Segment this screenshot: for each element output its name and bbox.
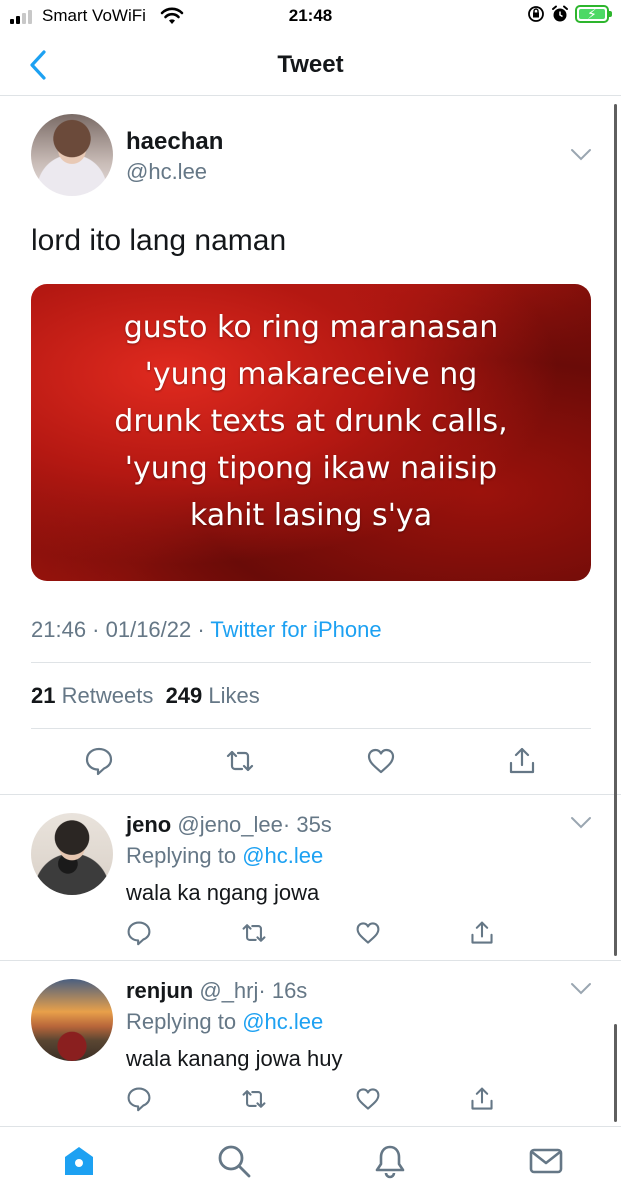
battery-icon: ⚡: [575, 5, 612, 23]
tab-bar: [0, 1126, 621, 1200]
retweet-count[interactable]: 21: [31, 683, 55, 708]
share-icon[interactable]: [469, 920, 495, 946]
status-bar: Smart VoWiFi 21:48 ⚡: [0, 0, 621, 34]
reply-options-chevron-icon[interactable]: [570, 816, 592, 830]
reply-header: renjun @_hrj· 16s: [126, 978, 307, 1004]
status-right-icons: ⚡: [527, 5, 612, 23]
retweet-icon[interactable]: [241, 920, 267, 946]
like-count[interactable]: 249: [166, 683, 203, 708]
tweet-source-link[interactable]: Twitter for iPhone: [210, 617, 381, 642]
replying-to-handle[interactable]: @hc.lee: [242, 1009, 323, 1034]
image-text-line: gusto ko ring maranasan: [123, 310, 499, 345]
scrollbar[interactable]: [614, 104, 617, 956]
reply-author-name[interactable]: jeno: [126, 812, 171, 837]
share-icon[interactable]: [507, 746, 537, 776]
reply-author-handle[interactable]: @_hrj: [199, 978, 258, 1003]
messages-icon[interactable]: [528, 1143, 564, 1179]
tweet-text: lord ito lang naman: [31, 224, 287, 257]
replying-to: Replying to @hc.lee: [126, 843, 323, 869]
reply-author-name[interactable]: renjun: [126, 978, 193, 1003]
tweet-options-chevron-icon[interactable]: [570, 148, 592, 162]
reply-icon[interactable]: [84, 746, 114, 776]
image-text-line: drunk texts at drunk calls,: [114, 404, 508, 439]
tweet-timestamp: 21:46 · 01/16/22 ·: [31, 617, 211, 642]
like-label[interactable]: Likes: [208, 683, 259, 708]
like-icon[interactable]: [366, 746, 396, 776]
image-text-line: kahit lasing s'ya: [189, 498, 433, 533]
author-avatar[interactable]: [31, 114, 113, 196]
replying-to-label: Replying to: [126, 1009, 237, 1034]
like-icon[interactable]: [355, 1086, 381, 1112]
tweet-stats: 21 Retweets 249 Likes: [31, 683, 260, 709]
tweet-metadata: 21:46 · 01/16/22 · Twitter for iPhone: [31, 617, 382, 643]
scrollbar[interactable]: [614, 1024, 617, 1122]
reply-icon[interactable]: [126, 920, 152, 946]
retweet-icon[interactable]: [225, 746, 255, 776]
divider: [31, 728, 591, 729]
tweet-image-caption: gusto ko ring maranasan 'yung makareceiv…: [31, 304, 591, 539]
navigation-bar: Tweet: [0, 34, 621, 96]
reply-time: · 16s: [258, 978, 308, 1003]
image-text-line: 'yung tipong ikaw naiisip: [124, 451, 498, 486]
retweet-icon[interactable]: [241, 1086, 267, 1112]
replying-to: Replying to @hc.lee: [126, 1009, 323, 1035]
alarm-icon: [552, 5, 568, 22]
image-text-line: 'yung makareceive ng: [144, 357, 478, 392]
retweet-label[interactable]: Retweets: [62, 683, 154, 708]
reply-header: jeno @jeno_lee· 35s: [126, 812, 332, 838]
divider: [0, 960, 621, 961]
share-icon[interactable]: [469, 1086, 495, 1112]
divider: [31, 662, 591, 663]
reply-author-handle[interactable]: @jeno_lee: [177, 812, 283, 837]
author-handle[interactable]: @hc.lee: [126, 159, 207, 185]
reply-options-chevron-icon[interactable]: [570, 982, 592, 996]
reply-text: wala ka ngang jowa: [126, 880, 320, 905]
reply-avatar[interactable]: [31, 979, 113, 1061]
search-icon[interactable]: [216, 1143, 252, 1179]
reply-avatar[interactable]: [31, 813, 113, 895]
author-name[interactable]: haechan: [126, 128, 223, 156]
tweet-image[interactable]: gusto ko ring maranasan 'yung makareceiv…: [31, 284, 591, 581]
reply-time: · 35s: [282, 812, 332, 837]
replying-to-label: Replying to: [126, 843, 237, 868]
divider: [0, 794, 621, 795]
notifications-icon[interactable]: [372, 1143, 408, 1179]
page-title: Tweet: [277, 51, 344, 78]
orientation-lock-icon: [528, 6, 544, 22]
home-icon[interactable]: [61, 1143, 97, 1179]
replying-to-handle[interactable]: @hc.lee: [242, 843, 323, 868]
like-icon[interactable]: [355, 920, 381, 946]
reply-icon[interactable]: [126, 1086, 152, 1112]
reply-text: wala kanang jowa huy: [126, 1046, 343, 1071]
